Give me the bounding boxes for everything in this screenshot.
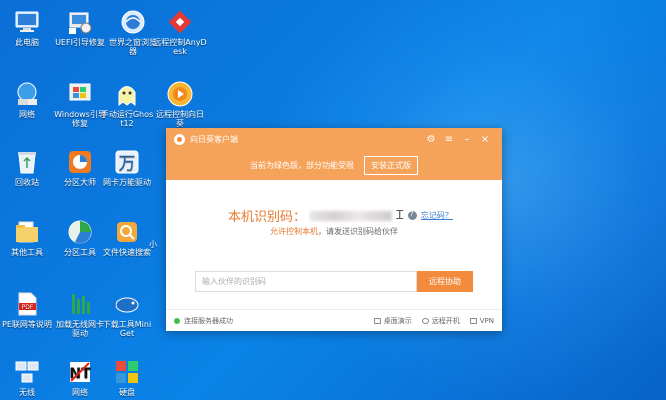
desktop-icon-label: 分区大师 [64, 178, 96, 187]
desktop-icon-label: UEFI引导修复 [55, 38, 105, 47]
desktop-icon-miniget[interactable]: 下载工具MiniGet [100, 290, 154, 338]
desktop-icon-disk-tool[interactable]: 硬盘 [100, 358, 154, 397]
window-titlebar[interactable]: 向日葵客户端 ⚙ ≡ – × [166, 128, 502, 150]
desktop-icon-label: PE联网等说明 [2, 320, 52, 329]
allow-control-hint: 允许控制本机，请发送识别码给伙伴 [166, 226, 502, 237]
partner-code-input[interactable] [195, 271, 417, 292]
remote-power-on-label: 远程开机 [431, 316, 460, 325]
desktop-icon-label: Windows引导修复 [54, 110, 106, 128]
desktop-icon-wifi-driver[interactable]: 加载无线网卡驱动 [53, 290, 107, 338]
remote-power-on-button[interactable]: 远程开机 [421, 316, 460, 326]
desktop-icon-wireless-tool[interactable]: 无线 [0, 358, 54, 397]
nt-icon: NT [66, 358, 94, 386]
desktop-icon-partial[interactable]: 小 [140, 240, 166, 249]
folder-icon [13, 218, 41, 246]
settings-gear-icon[interactable]: ⚙ [422, 134, 440, 145]
desktop-icon-label: 小 [149, 240, 157, 249]
partition-master-icon [66, 148, 94, 176]
desktop-icon-uefi-repair[interactable]: UEFI引导修复 [53, 8, 107, 47]
desktop-icon-this-pc[interactable]: 此电脑 [0, 8, 54, 47]
desktop-icon-label: 世界之窗浏览器 [109, 38, 157, 56]
menu-icon[interactable]: ≡ [440, 134, 458, 145]
banner-text: 当前为绿色版，部分功能受限 [250, 160, 354, 170]
desktop-icon-label: 无线 [19, 388, 35, 397]
svg-text:PDF: PDF [22, 304, 34, 311]
desktop-icon-pe-readme[interactable]: PDF PE联网等说明 [0, 290, 54, 329]
anydesk-icon [166, 8, 194, 36]
allow-control-link[interactable]: 允许控制本机 [270, 227, 318, 236]
desktop-icon-label: 网卡万能驱动 [103, 178, 151, 187]
text-cursor-icon: Ꮖ [396, 208, 404, 222]
wifi-driver-icon [66, 290, 94, 318]
minimize-icon[interactable]: – [458, 134, 476, 145]
forgot-code-link[interactable]: 忘记码？ [421, 210, 453, 221]
desktop-icon-label: 此电脑 [15, 38, 39, 47]
desktop-icon-wan-driver[interactable]: 万 网卡万能驱动 [100, 148, 154, 187]
desktop-demo-label: 桌面演示 [383, 316, 412, 325]
vpn-label: VPN [479, 316, 494, 325]
network-tool-icon [13, 358, 41, 386]
desktop-icon-anydesk[interactable]: 远程控制AnyDesk [153, 8, 207, 56]
desktop-icon-browser[interactable]: 世界之窗浏览器 [106, 8, 160, 56]
tools-icon [66, 8, 94, 36]
disk-tool-icon [113, 358, 141, 386]
recycle-bin-icon [13, 148, 41, 176]
sunflower-client-window: 向日葵客户端 ⚙ ≡ – × 当前为绿色版，部分功能受限 安装正式版 本机识别码… [166, 128, 502, 331]
device-code-row: 本机识别码： Ꮖ 忘记码？ [228, 206, 453, 225]
partition-tool-icon [66, 218, 94, 246]
desktop-icon-network[interactable]: 网络 [0, 80, 54, 119]
desktop-icon-label: 网络 [19, 110, 35, 119]
network-icon [13, 80, 41, 108]
status-ok-icon [174, 317, 180, 324]
desktop-icon-label: 手动运行Ghost12 [100, 110, 154, 128]
monitor-icon [373, 317, 381, 324]
desktop-icon-other-tools[interactable]: 其他工具 [0, 218, 54, 257]
window-title: 向日葵客户端 [190, 134, 238, 144]
desktop-icon-label: 其他工具 [11, 248, 43, 257]
window-statusbar: 连接服务器成功 桌面演示 远程开机 VPN [166, 309, 502, 331]
desktop-icon-recycle-bin[interactable]: 回收站 [0, 148, 54, 187]
allow-control-text: ，请发送识别码给伙伴 [318, 227, 398, 236]
desktop-icon-partition-tool[interactable]: 分区工具 [53, 218, 107, 257]
green-version-banner: 当前为绿色版，部分功能受限 安装正式版 [166, 150, 502, 180]
computer-icon [13, 8, 41, 36]
connection-status: 连接服务器成功 [184, 316, 233, 325]
vpn-icon [469, 317, 477, 324]
help-icon[interactable] [407, 210, 417, 220]
search-file-icon [113, 218, 141, 246]
wan-driver-icon: 万 [113, 148, 141, 176]
device-code-value-blurred [310, 210, 393, 221]
desktop-icon-label: 下载工具MiniGet [102, 320, 152, 338]
partner-connect-row: 远程协助 [166, 271, 502, 292]
pdf-icon: PDF [13, 290, 41, 318]
power-icon [421, 317, 429, 324]
browser-icon [119, 8, 147, 36]
desktop-icon-label: 硬盘 [119, 388, 135, 397]
desktop-icon-file-search[interactable]: 文件快速搜索 [100, 218, 154, 257]
desktop-icon-label: 分区工具 [64, 248, 96, 257]
desktop-icon-label: 文件快速搜索 [103, 248, 151, 257]
desktop-icon-sunflower[interactable]: 远程控制向日葵 [153, 80, 207, 128]
vpn-button[interactable]: VPN [469, 316, 494, 325]
miniget-icon [113, 290, 141, 318]
sunflower-logo-icon [174, 133, 185, 145]
close-icon[interactable]: × [476, 134, 494, 145]
device-code-label: 本机识别码： [228, 210, 307, 225]
ghost-icon [113, 80, 141, 108]
desktop-icon-partition-master[interactable]: 分区大师 [53, 148, 107, 187]
desktop-icon-label: 加载无线网卡驱动 [56, 320, 104, 338]
remote-assist-button[interactable]: 远程协助 [417, 271, 473, 292]
desktop-icon-nt-tool[interactable]: NT 网络 [53, 358, 107, 397]
desktop-icon-label: 回收站 [15, 178, 39, 187]
install-full-version-button[interactable]: 安装正式版 [364, 155, 418, 175]
desktop-icon-label: 远程控制向日葵 [156, 110, 204, 128]
desktop-demo-button[interactable]: 桌面演示 [373, 316, 412, 326]
svg-text:万: 万 [119, 154, 136, 174]
desktop-icon-label: 网络 [72, 388, 88, 397]
desktop-icon-ghost[interactable]: 手动运行Ghost12 [100, 80, 154, 128]
windows-repair-icon [66, 80, 94, 108]
desktop-icon-windows-repair[interactable]: Windows引导修复 [53, 80, 107, 128]
sunflower-icon [166, 80, 194, 108]
desktop-icon-label: 远程控制AnyDesk [153, 38, 207, 56]
